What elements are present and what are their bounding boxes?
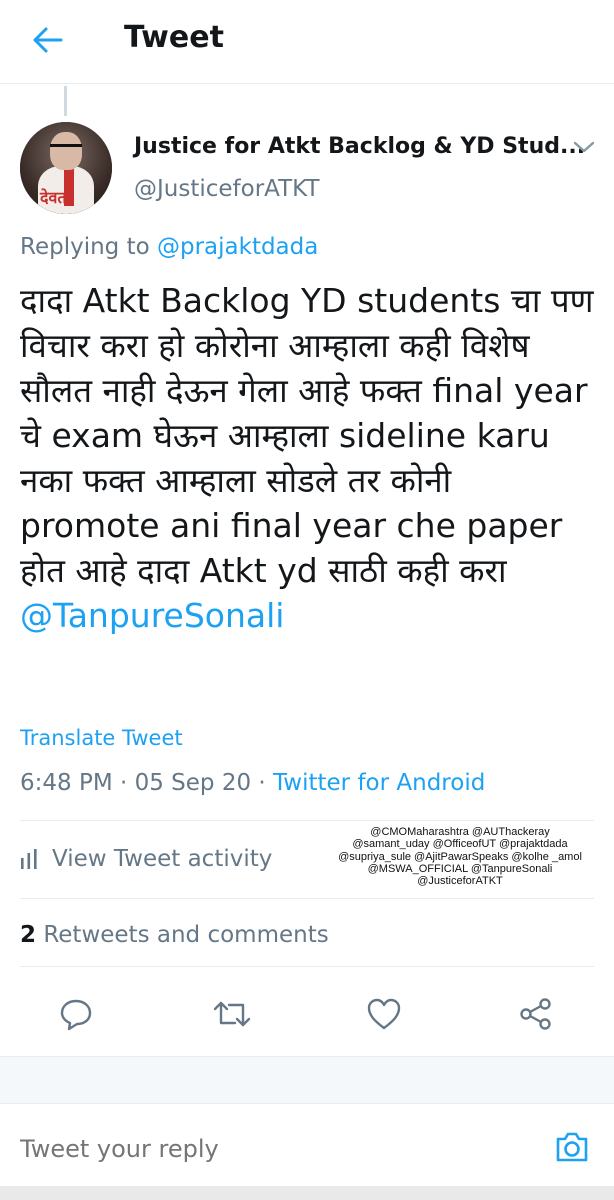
tweet-timestamp: 6:48 PM · 05 Sep 20 · Twitter for Androi… (20, 770, 485, 796)
divider (20, 966, 594, 967)
tweet-time: 6:48 PM · 05 Sep 20 · (20, 770, 274, 796)
bottom-strip (0, 1186, 614, 1200)
arrow-left-icon (33, 27, 63, 53)
author-handle[interactable]: @JusticeforATKT (134, 176, 320, 202)
avatar-caption: देवत (40, 188, 67, 207)
chevron-down-icon[interactable] (572, 138, 596, 156)
divider (20, 820, 594, 821)
page-title: Tweet (124, 20, 224, 55)
activity-label: View Tweet activity (52, 846, 273, 872)
camera-icon[interactable] (552, 1127, 592, 1167)
replying-mention-link[interactable]: @prajaktdada (157, 234, 318, 260)
overlay-mentions-text: @CMOMaharashtra @AUThackeray @samant_uda… (338, 826, 582, 888)
reply-input[interactable] (20, 1135, 520, 1163)
section-gap (0, 1056, 614, 1104)
reply-button[interactable] (56, 994, 96, 1034)
retweet-button[interactable] (212, 994, 252, 1034)
bar-chart-icon (21, 849, 37, 869)
view-tweet-activity-button[interactable]: View Tweet activity (20, 846, 272, 872)
author-name[interactable]: Justice for Atkt Backlog & YD Stud... (134, 134, 585, 159)
mention-link[interactable]: @TanpureSonali (20, 596, 284, 635)
retweet-icon (213, 1001, 251, 1027)
heart-icon (367, 998, 401, 1030)
replying-prefix: Replying to (20, 234, 150, 260)
back-button[interactable] (30, 22, 66, 58)
share-icon (520, 998, 551, 1030)
retweets-label: Retweets and comments (36, 922, 329, 948)
tweet-text: दादा Atkt Backlog YD students चा पण विचा… (20, 278, 600, 638)
replying-to: Replying to @prajaktdada (20, 234, 318, 260)
reply-icon (60, 999, 92, 1031)
share-button[interactable] (516, 994, 556, 1034)
tweet-body: दादा Atkt Backlog YD students चा पण विचा… (20, 281, 594, 590)
thread-connector (64, 86, 67, 116)
translate-tweet-link[interactable]: Translate Tweet (20, 726, 183, 750)
retweets-and-comments[interactable]: 2 Retweets and comments (20, 922, 329, 948)
tweet-source-link[interactable]: Twitter for Android (273, 770, 485, 796)
like-button[interactable] (364, 994, 404, 1034)
avatar[interactable]: देवत (20, 122, 112, 214)
top-app-bar: Tweet (0, 0, 614, 84)
divider (20, 898, 594, 899)
retweets-count: 2 (20, 922, 37, 948)
